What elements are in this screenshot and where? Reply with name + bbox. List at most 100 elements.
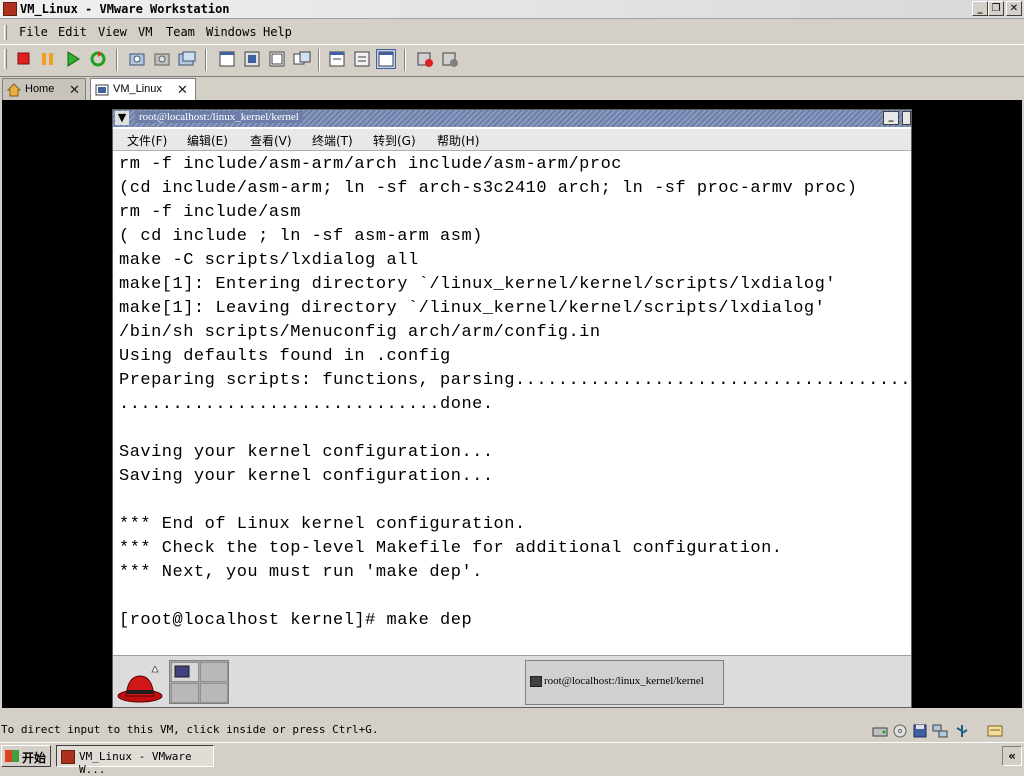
close-icon[interactable]: ✕ xyxy=(69,83,80,98)
tab-vm-linux[interactable]: VM_Linux ✕ xyxy=(90,78,196,100)
show-toolbar-icon[interactable] xyxy=(376,49,396,69)
terminal-line: [root@localhost kernel]# make dep xyxy=(119,611,473,630)
reset-icon[interactable] xyxy=(88,49,108,69)
toolbar-separator xyxy=(318,49,320,71)
workspace-3[interactable] xyxy=(171,683,199,703)
guest-titlebar[interactable]: ▼ root@localhost:/linux_kernel/kernel _ xyxy=(113,110,911,127)
menu-view[interactable]: View xyxy=(98,25,127,39)
terminal-line: *** End of Linux kernel configuration. xyxy=(119,515,526,534)
toolbar-separator xyxy=(116,49,118,71)
network-icon[interactable] xyxy=(932,723,948,738)
start-button[interactable]: 开始 xyxy=(1,745,51,767)
menu-help[interactable]: Help xyxy=(263,25,292,39)
fit-window-icon[interactable] xyxy=(267,49,287,69)
revert-icon[interactable] xyxy=(152,49,172,69)
help-icon[interactable] xyxy=(440,49,460,69)
status-text: To direct input to this VM, click inside… xyxy=(1,723,379,736)
message-log-icon[interactable] xyxy=(987,723,1003,737)
menubar-grip xyxy=(4,25,7,40)
vmware-app-icon xyxy=(61,750,75,764)
start-label: 开始 xyxy=(22,751,47,765)
tab-vm-linux-label: VM_Linux xyxy=(113,83,162,95)
guest-panel: root@localhost:/linux_kernel/kernel xyxy=(113,655,911,707)
terminal-line: make -C scripts/lxdialog all xyxy=(119,251,419,270)
menu-file[interactable]: File xyxy=(19,25,48,39)
status-bar: To direct input to this VM, click inside… xyxy=(0,720,1024,740)
windows-taskbar: 开始 VM_Linux - VMware W... « xyxy=(0,742,1024,776)
guest-menu-file[interactable]: 文件(F) xyxy=(127,132,167,149)
workspace-1[interactable] xyxy=(171,662,199,682)
power-on-icon[interactable] xyxy=(63,49,83,69)
usb-icon[interactable] xyxy=(954,723,970,737)
guest-maximize-button[interactable] xyxy=(902,111,911,125)
terminal-text: rm -f include/asm-arm/arch include/asm-a… xyxy=(119,153,911,633)
terminal-line: ..............................done. xyxy=(119,395,494,414)
window-titlebar[interactable]: VM_Linux - VMware Workstation _ ❐ ✕ xyxy=(0,0,1024,19)
terminal-line: rm -f include/asm-arm/arch include/asm-a… xyxy=(119,155,622,174)
redhat-icon[interactable] xyxy=(116,666,164,704)
menu-bar: File Edit View VM Team Windows Help xyxy=(0,22,1024,42)
terminal-icon xyxy=(530,676,542,687)
window-menu-icon[interactable]: ▼ xyxy=(115,111,129,125)
appliance-view-icon[interactable] xyxy=(352,49,372,69)
guest-menu-view[interactable]: 查看(V) xyxy=(250,132,292,149)
close-icon[interactable]: ✕ xyxy=(177,83,188,98)
guest-menu-edit[interactable]: 编辑(E) xyxy=(187,132,228,149)
tab-home-label: Home xyxy=(25,83,55,95)
tab-home[interactable]: Home ✕ xyxy=(2,78,86,100)
full-screen-icon[interactable] xyxy=(242,49,262,69)
guest-menu-help[interactable]: 帮助(H) xyxy=(437,132,479,149)
terminal-line: make[1]: Leaving directory `/linux_kerne… xyxy=(119,299,826,318)
terminal-line: ( cd include ; ln -sf asm-arm asm) xyxy=(119,227,483,246)
summary-view-icon[interactable] xyxy=(292,49,312,69)
terminal-line: Preparing scripts: functions, parsing...… xyxy=(119,371,911,390)
guest-menu-terminal[interactable]: 终端(T) xyxy=(312,132,353,149)
guest-window-title: root@localhost:/linux_kernel/kernel xyxy=(135,111,303,123)
console-view-icon[interactable] xyxy=(327,49,347,69)
guest-menu-goto[interactable]: 转到(G) xyxy=(373,132,416,149)
menu-team[interactable]: Team xyxy=(166,25,195,39)
toolbar-separator xyxy=(205,49,207,71)
menu-edit[interactable]: Edit xyxy=(58,25,87,39)
hard-disk-icon[interactable] xyxy=(872,723,888,737)
power-off-icon[interactable] xyxy=(14,49,34,69)
guest-menu-bar: 文件(F) 编辑(E) 查看(V) 终端(T) 转到(G) 帮助(H) xyxy=(113,129,911,151)
terminal-line: (cd include/asm-arm; ln -sf arch-s3c2410… xyxy=(119,179,858,198)
preferences-icon[interactable] xyxy=(415,49,435,69)
terminal-line: make[1]: Entering directory `/linux_kern… xyxy=(119,275,837,294)
guest-terminal-window[interactable]: ▼ root@localhost:/linux_kernel/kernel _ … xyxy=(112,109,912,708)
terminal-line: *** Next, you must run 'make dep'. xyxy=(119,563,483,582)
guest-task-button[interactable]: root@localhost:/linux_kernel/kernel xyxy=(525,660,724,705)
vm-icon xyxy=(95,84,109,96)
window-title: VM_Linux - VMware Workstation xyxy=(20,2,230,16)
windows-logo-icon xyxy=(5,750,19,762)
terminal-line: Using defaults found in .config xyxy=(119,347,451,366)
snapshot-manager-icon[interactable] xyxy=(177,49,197,69)
taskbar-item-vmware[interactable]: VM_Linux - VMware W... xyxy=(56,745,214,776)
quick-switch-icon[interactable] xyxy=(217,49,237,69)
toolbar xyxy=(0,44,1024,72)
menu-vm[interactable]: VM xyxy=(138,25,152,39)
floppy-icon[interactable] xyxy=(912,723,928,738)
close-button[interactable]: ✕ xyxy=(1006,1,1022,16)
restore-button[interactable]: ❐ xyxy=(988,1,1004,16)
tab-strip: Home ✕ VM_Linux ✕ xyxy=(0,76,1024,100)
toolbar-separator xyxy=(404,49,406,71)
terminal-line: Saving your kernel configuration... xyxy=(119,443,494,462)
suspend-icon[interactable] xyxy=(38,49,58,69)
workspace-4[interactable] xyxy=(200,683,228,703)
terminal-output[interactable]: rm -f include/asm-arm/arch include/asm-a… xyxy=(113,152,911,655)
terminal-line: Saving your kernel configuration... xyxy=(119,467,494,486)
snapshot-icon[interactable] xyxy=(127,49,147,69)
minimize-button[interactable]: _ xyxy=(972,1,988,16)
home-icon xyxy=(7,83,21,97)
workspace-2[interactable] xyxy=(200,662,228,682)
guest-minimize-button[interactable]: _ xyxy=(883,111,899,125)
toolbar-grip xyxy=(4,49,7,69)
tray-expand-button[interactable]: « xyxy=(1002,746,1022,766)
workspace-pager[interactable] xyxy=(169,660,229,704)
terminal-line: rm -f include/asm xyxy=(119,203,301,222)
cdrom-icon[interactable] xyxy=(892,723,908,738)
guest-task-label: root@localhost:/linux_kernel/kernel xyxy=(544,675,704,687)
menu-windows[interactable]: Windows xyxy=(206,25,257,39)
